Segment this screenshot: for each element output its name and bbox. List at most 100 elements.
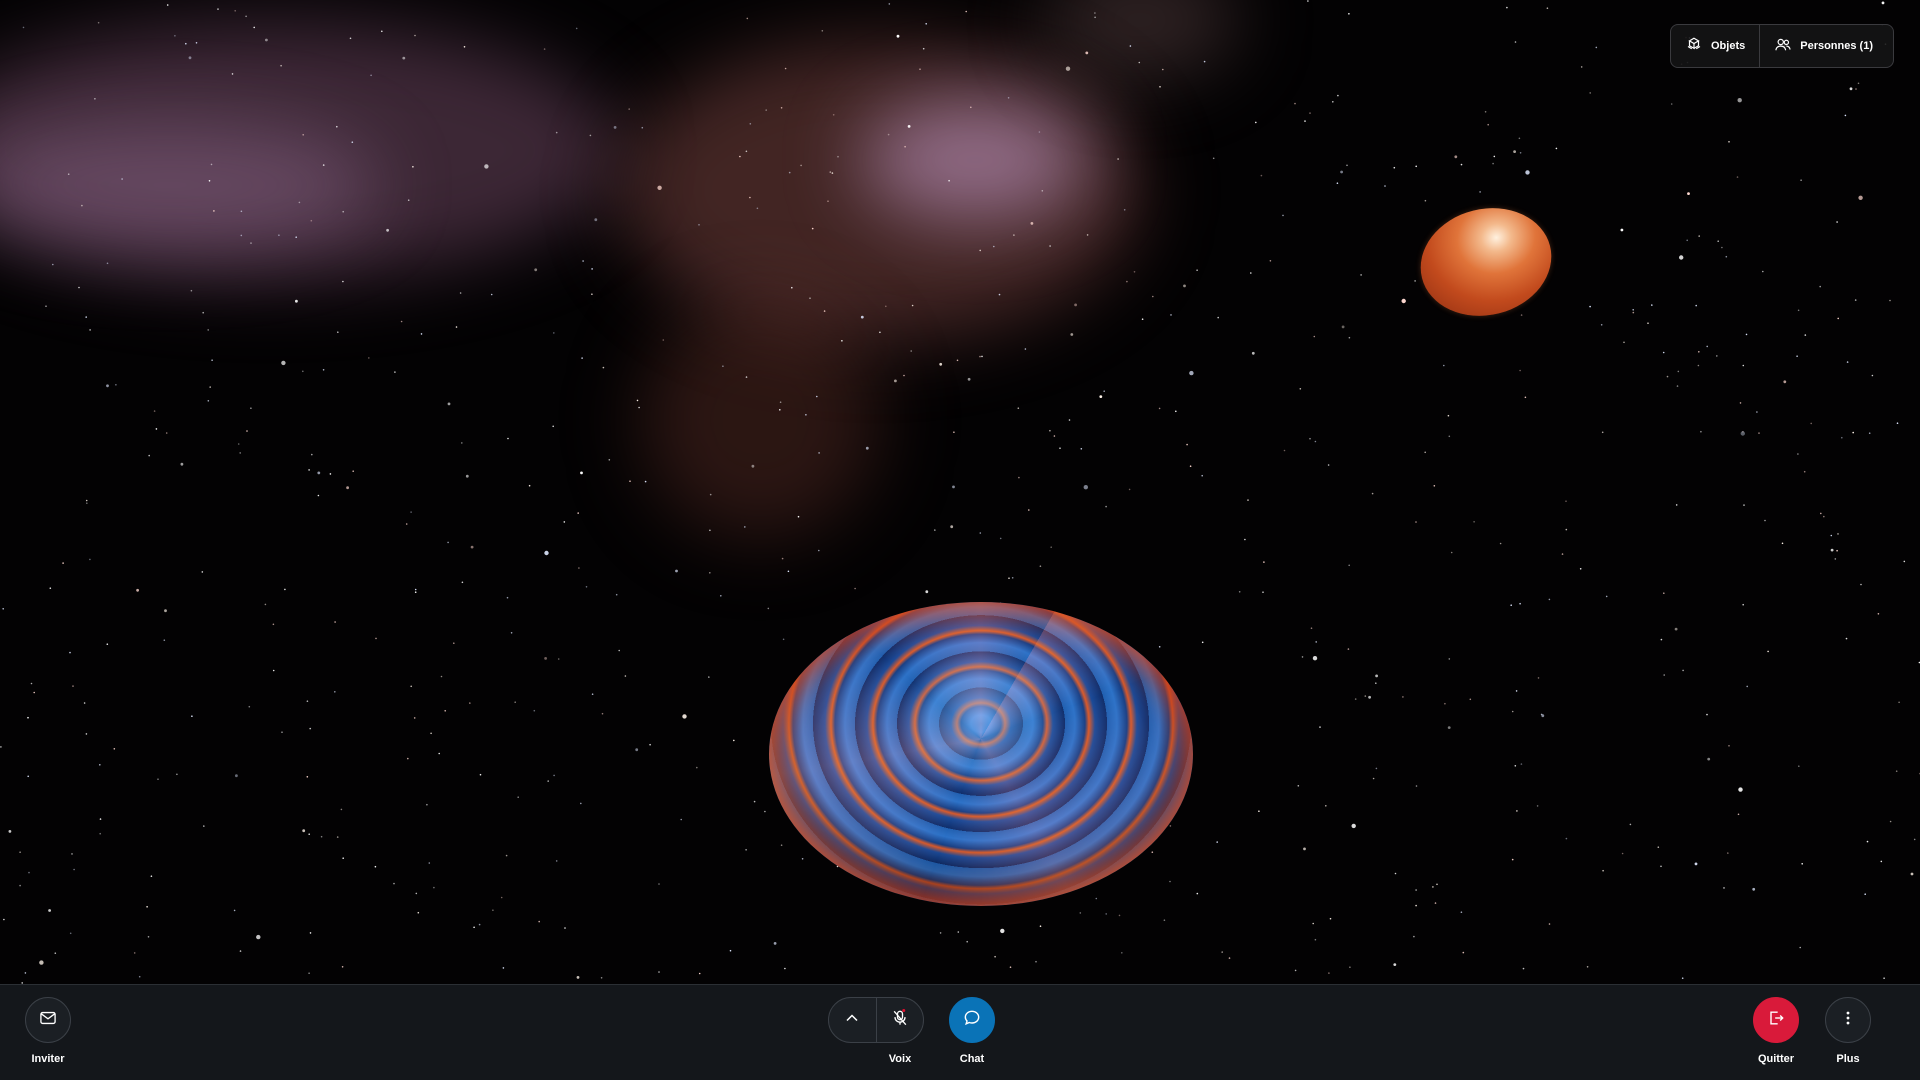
star [1871, 374, 1874, 377]
star [239, 452, 241, 454]
star [1810, 422, 1812, 425]
star [72, 685, 74, 687]
star [1781, 542, 1784, 545]
objects-icon [1685, 36, 1703, 57]
space-scene[interactable] [0, 0, 1920, 984]
star [534, 268, 538, 272]
star [413, 717, 416, 719]
star [1857, 82, 1860, 85]
star [281, 731, 283, 733]
star [342, 857, 345, 859]
star [1836, 549, 1838, 552]
more-button[interactable] [1825, 997, 1871, 1043]
star [245, 15, 247, 18]
star [1415, 889, 1417, 891]
people-button[interactable]: Personnes (1) [1759, 25, 1887, 67]
star [1314, 440, 1317, 443]
voice-options-button[interactable] [829, 998, 876, 1042]
star [788, 171, 791, 174]
star [1070, 333, 1074, 336]
star [309, 727, 312, 730]
star [1039, 925, 1042, 927]
star [85, 733, 88, 735]
star [1336, 182, 1339, 184]
star [1095, 897, 1098, 900]
star [1217, 316, 1219, 319]
star [1742, 603, 1744, 606]
star [1448, 658, 1451, 660]
star [1065, 66, 1071, 71]
star [860, 315, 864, 319]
star [1294, 102, 1296, 105]
star [1251, 351, 1255, 355]
star [1201, 474, 1203, 477]
invite-button[interactable] [25, 997, 71, 1043]
star [306, 776, 309, 778]
star [956, 359, 959, 362]
star [69, 651, 71, 654]
star [1085, 51, 1089, 55]
star [1415, 785, 1418, 787]
star [417, 911, 420, 914]
people-icon [1774, 36, 1792, 57]
star [239, 950, 242, 952]
mic-toggle-button[interactable] [875, 998, 924, 1042]
star [1602, 869, 1604, 872]
star [209, 386, 211, 388]
star [1312, 656, 1318, 661]
star [1725, 255, 1728, 258]
star [148, 454, 150, 457]
star [879, 331, 881, 334]
star [1319, 726, 1321, 728]
star [1695, 304, 1697, 307]
star [113, 748, 116, 750]
star [739, 155, 741, 158]
star [1913, 838, 1916, 841]
star [1238, 591, 1241, 593]
star [1513, 150, 1516, 154]
star [381, 30, 383, 33]
star [745, 849, 747, 851]
star [1454, 155, 1458, 159]
star [1017, 407, 1020, 410]
star [888, 3, 891, 5]
star [538, 920, 540, 923]
star [998, 293, 1001, 296]
star [1212, 157, 1215, 160]
star [580, 802, 582, 805]
star [81, 204, 83, 207]
star [150, 875, 153, 877]
star [957, 931, 960, 933]
star [1447, 414, 1450, 417]
chat-control: Chat [932, 997, 1012, 1067]
star [1836, 221, 1838, 223]
more-control: Plus [1808, 997, 1888, 1067]
star [629, 480, 631, 483]
chat-button[interactable] [949, 997, 995, 1043]
star [1314, 938, 1317, 941]
star [1600, 324, 1603, 326]
star [1354, 698, 1357, 700]
star [784, 967, 786, 970]
star [1035, 960, 1037, 963]
star [1450, 551, 1453, 554]
star [1133, 271, 1136, 273]
star [83, 702, 86, 704]
star [89, 558, 91, 561]
quit-button[interactable] [1753, 997, 1799, 1043]
star [764, 810, 766, 813]
star [146, 906, 148, 908]
star [1676, 385, 1679, 387]
star [544, 550, 549, 556]
star [698, 224, 700, 226]
objects-button[interactable]: Objets [1671, 25, 1759, 67]
star [722, 365, 724, 368]
star [336, 125, 338, 128]
star [544, 657, 547, 660]
blue-swirl-planet[interactable] [769, 602, 1193, 906]
star [608, 459, 611, 461]
star [1050, 546, 1052, 548]
star [1801, 863, 1803, 865]
star [832, 114, 835, 116]
star [781, 557, 784, 560]
